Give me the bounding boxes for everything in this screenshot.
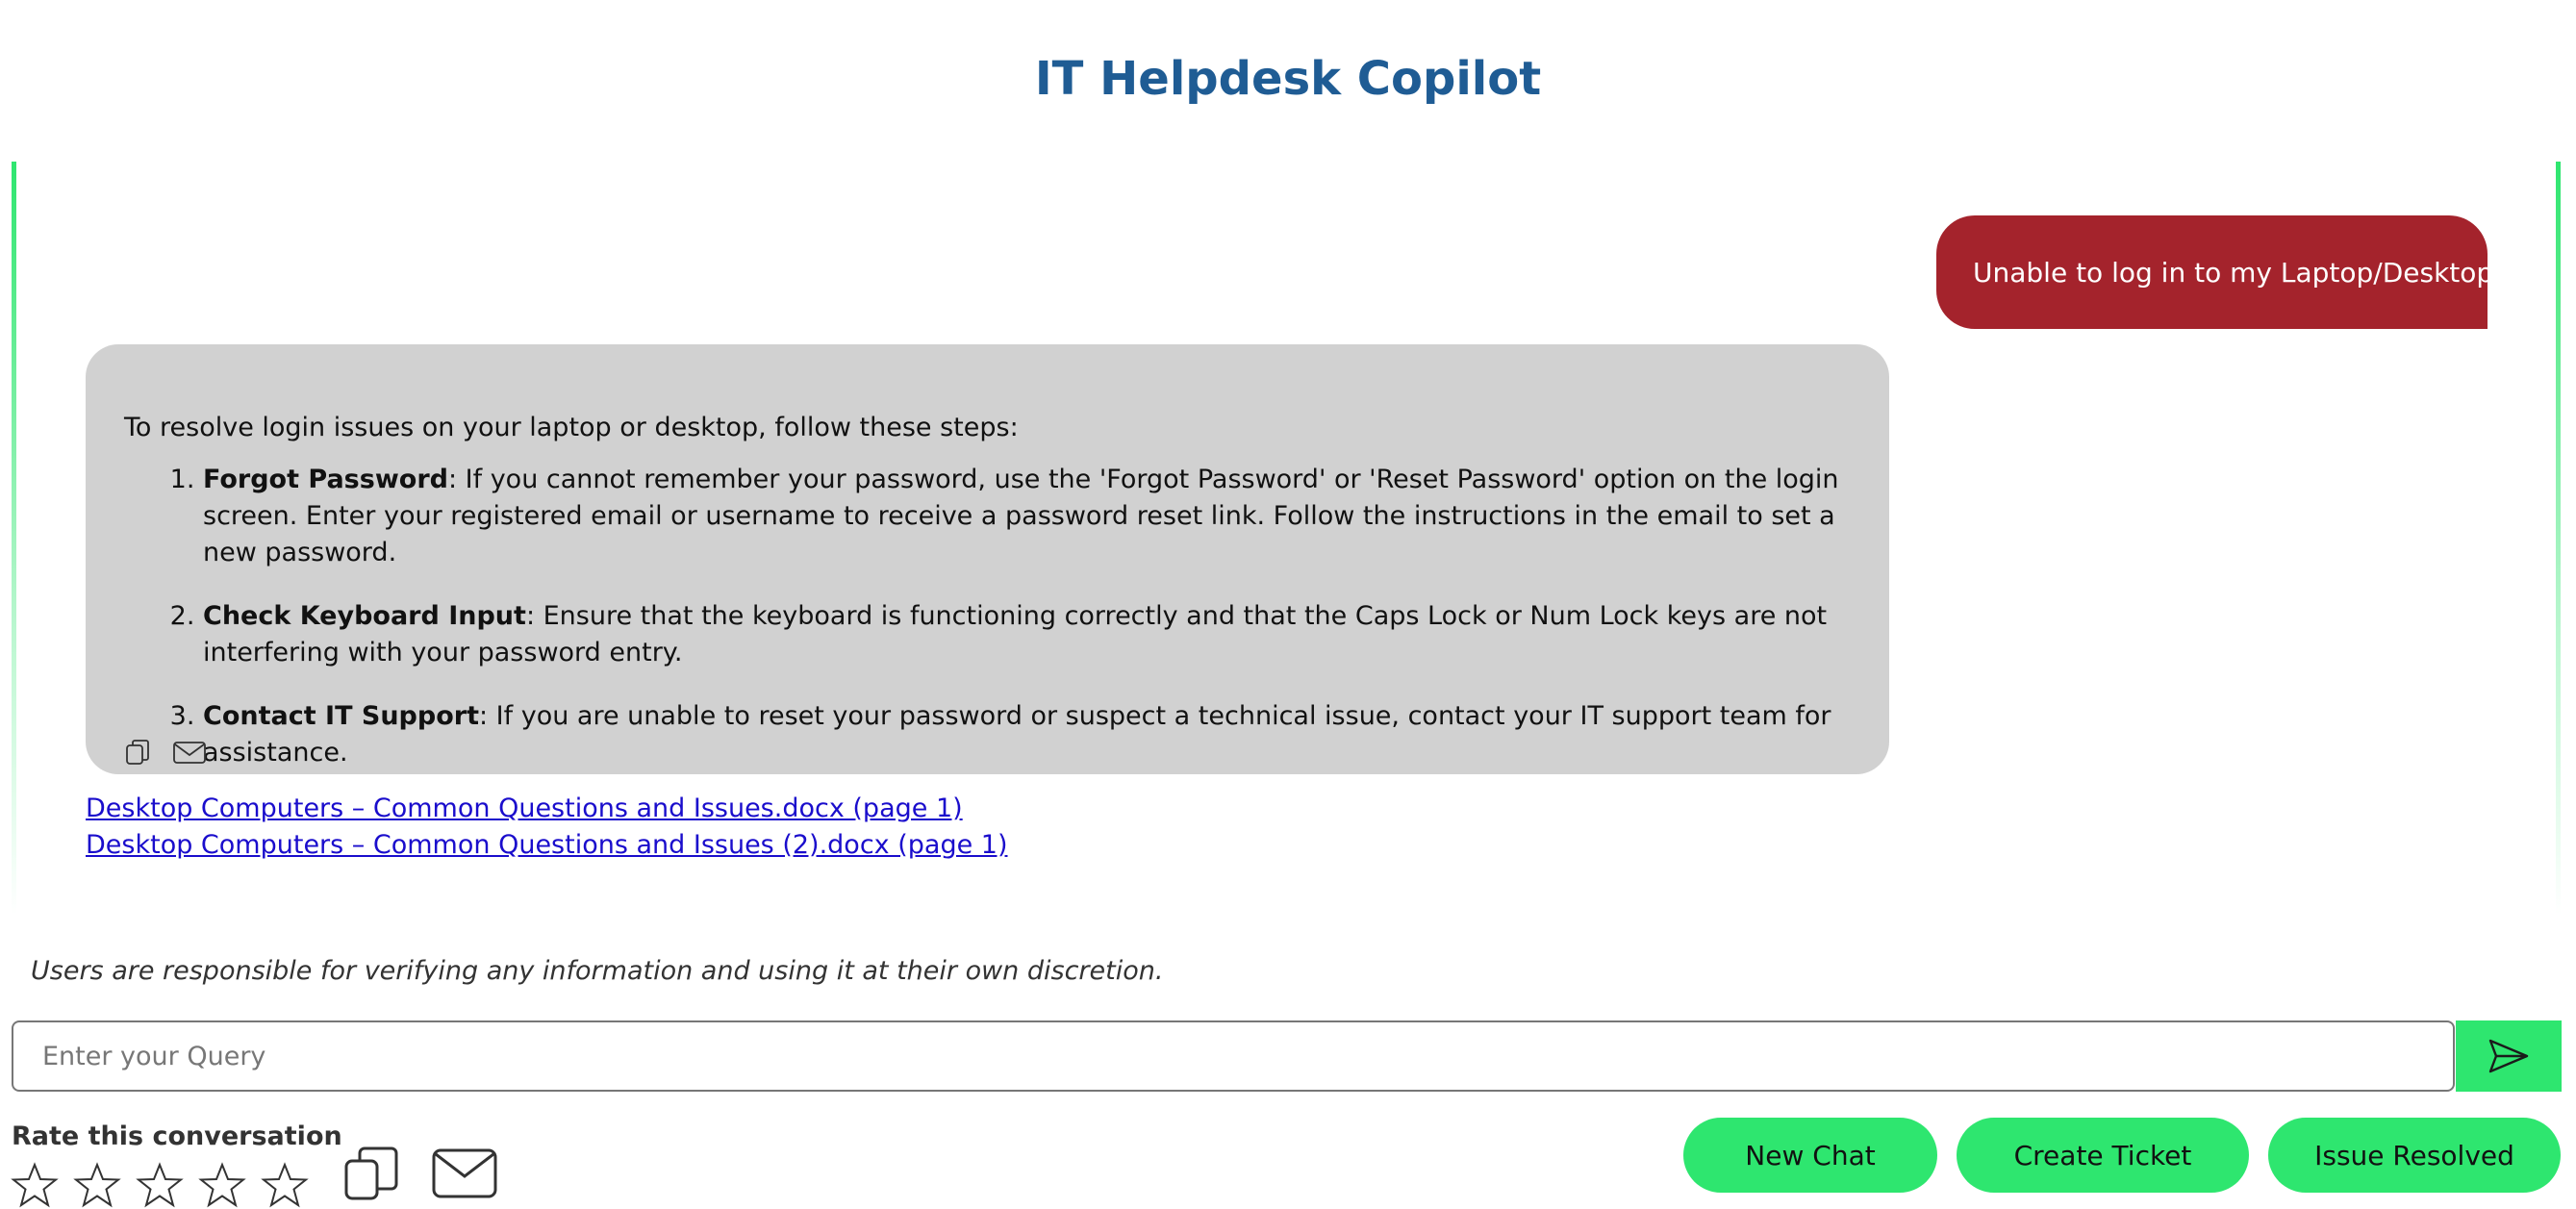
copy-icon[interactable]	[342, 1145, 402, 1202]
step-text: : If you cannot remember your password, …	[203, 465, 1839, 567]
new-chat-button[interactable]: New Chat	[1683, 1118, 1937, 1193]
rating-label: Rate this conversation	[12, 1121, 342, 1151]
star-rating	[10, 1162, 310, 1208]
source-link[interactable]: Desktop Computers – Common Questions and…	[86, 791, 1008, 827]
user-message-bubble: Unable to log in to my Laptop/Desktop	[1936, 215, 2493, 329]
bot-intro-text: To resolve login issues on your laptop o…	[124, 413, 1019, 442]
step-title: Check Keyboard Input	[203, 601, 526, 631]
query-input[interactable]	[12, 1020, 2455, 1092]
bubble-actions	[124, 738, 207, 767]
mail-icon[interactable]	[431, 1146, 498, 1201]
copy-icon[interactable]	[124, 738, 153, 767]
star-icon[interactable]	[72, 1162, 122, 1208]
star-icon[interactable]	[10, 1162, 60, 1208]
source-links: Desktop Computers – Common Questions and…	[86, 791, 1008, 864]
send-button[interactable]	[2456, 1020, 2562, 1092]
step-item: Check Keyboard Input: Ensure that the ke…	[203, 598, 1851, 671]
user-message-text: Unable to log in to my Laptop/Desktop	[1973, 256, 2494, 289]
step-item: Forgot Password: If you cannot remember …	[203, 462, 1851, 571]
issue-resolved-button[interactable]: Issue Resolved	[2268, 1118, 2561, 1193]
chat-area: Unable to log in to my Laptop/Desktop To…	[12, 162, 2561, 914]
create-ticket-button[interactable]: Create Ticket	[1957, 1118, 2249, 1193]
page-title: IT Helpdesk Copilot	[1034, 52, 1542, 106]
source-link[interactable]: Desktop Computers – Common Questions and…	[86, 827, 1008, 864]
bot-message-bubble: To resolve login issues on your laptop o…	[86, 344, 1889, 774]
mail-icon[interactable]	[172, 738, 207, 767]
disclaimer-text: Users are responsible for verifying any …	[31, 956, 1164, 986]
star-icon[interactable]	[135, 1162, 185, 1208]
star-icon[interactable]	[260, 1162, 310, 1208]
step-title: Forgot Password	[203, 465, 448, 494]
send-icon	[2488, 1039, 2529, 1073]
star-icon[interactable]	[197, 1162, 247, 1208]
step-item: Contact IT Support: If you are unable to…	[203, 698, 1851, 771]
footer-actions	[342, 1145, 498, 1202]
steps-list: Forgot Password: If you cannot remember …	[124, 462, 1851, 771]
step-title: Contact IT Support	[203, 701, 479, 731]
